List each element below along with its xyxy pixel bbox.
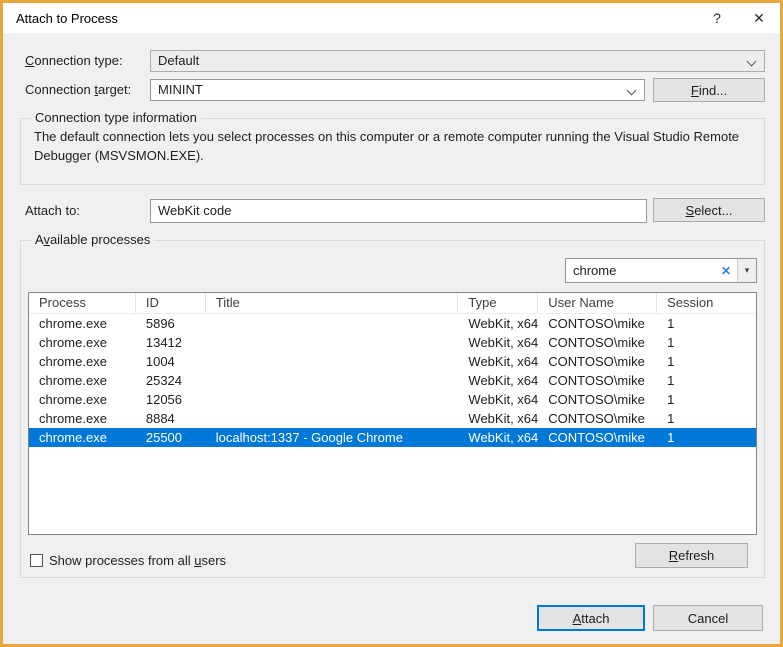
table-cell-type: WebKit, x64 [458, 352, 538, 371]
group-title: Available processes [31, 232, 154, 248]
table-cell-type: WebKit, x64 [458, 314, 538, 333]
clear-filter-icon[interactable]: ✕ [715, 259, 737, 282]
table-row[interactable]: chrome.exe12056 WebKit, x64CONTOSO\mike1 [29, 390, 756, 409]
table-cell-session: 1 [657, 409, 756, 428]
connection-type-combobox[interactable]: Default [150, 50, 765, 72]
table-cell-id: 25324 [136, 371, 206, 390]
connection-target-value: MININT [158, 82, 203, 97]
table-cell-title [206, 352, 459, 371]
table-cell-user: CONTOSO\mike [538, 390, 657, 409]
attach-to-value: WebKit code [158, 203, 231, 218]
table-row[interactable]: chrome.exe13412 WebKit, x64CONTOSO\mike1 [29, 333, 756, 352]
titlebar: Attach to Process ? ✕ [3, 3, 780, 33]
show-all-users-label: Show processes from all users [49, 551, 226, 570]
table-cell-session: 1 [657, 390, 756, 409]
table-cell-session: 1 [657, 428, 756, 447]
table-cell-session: 1 [657, 371, 756, 390]
cancel-button[interactable]: Cancel [653, 605, 763, 631]
find-button[interactable]: Find... [653, 78, 765, 102]
attach-to-process-dialog: Attach to Process ? ✕ Connection type: D… [0, 0, 783, 647]
table-cell-session: 1 [657, 333, 756, 352]
table-cell-type: WebKit, x64 [458, 333, 538, 352]
close-icon[interactable]: ✕ [738, 3, 780, 33]
connection-type-information-group: Connection type information The default … [20, 118, 765, 185]
filter-dropdown-icon[interactable]: ▾ [737, 259, 756, 282]
table-cell-user: CONTOSO\mike [538, 371, 657, 390]
table-cell-id: 12056 [136, 390, 206, 409]
table-cell-id: 1004 [136, 352, 206, 371]
attach-to-label: Attach to: [25, 200, 80, 222]
refresh-button[interactable]: Refresh [635, 543, 748, 568]
info-text-line1: The default connection lets you select p… [34, 127, 751, 146]
connection-type-value: Default [158, 53, 199, 68]
table-cell-title [206, 333, 459, 352]
column-header-title[interactable]: Title [206, 293, 459, 313]
table-cell-user: CONTOSO\mike [538, 314, 657, 333]
chevron-down-icon [747, 57, 757, 67]
connection-type-label: Connection type: [25, 50, 123, 72]
table-cell-process: chrome.exe [29, 352, 136, 371]
table-cell-type: WebKit, x64 [458, 390, 538, 409]
table-cell-id: 25500 [136, 428, 206, 447]
process-filter-combobox: ✕ ▾ [565, 258, 757, 283]
table-cell-process: chrome.exe [29, 333, 136, 352]
column-header-session[interactable]: Session [657, 293, 756, 313]
table-cell-type: WebKit, x64 [458, 371, 538, 390]
column-header-type[interactable]: Type [458, 293, 538, 313]
table-cell-process: chrome.exe [29, 314, 136, 333]
table-cell-type: WebKit, x64 [458, 409, 538, 428]
process-filter-input[interactable] [566, 259, 715, 282]
info-text-line2: Debugger (MSVSMON.EXE). [34, 146, 751, 165]
column-header-process[interactable]: Process [29, 293, 136, 313]
table-cell-user: CONTOSO\mike [538, 333, 657, 352]
table-header: ProcessIDTitleTypeUser NameSession [29, 293, 756, 314]
table-row[interactable]: chrome.exe5896 WebKit, x64CONTOSO\mike1 [29, 314, 756, 333]
table-cell-user: CONTOSO\mike [538, 409, 657, 428]
chevron-down-icon [627, 86, 637, 96]
table-cell-process: chrome.exe [29, 371, 136, 390]
table-cell-title [206, 314, 459, 333]
attach-to-field[interactable]: WebKit code [150, 199, 647, 223]
table-cell-title [206, 390, 459, 409]
connection-target-combobox[interactable]: MININT [150, 79, 645, 101]
column-header-id[interactable]: ID [136, 293, 206, 313]
select-button[interactable]: Select... [653, 198, 765, 222]
show-all-users-checkbox[interactable] [30, 554, 43, 567]
table-row[interactable]: chrome.exe25500localhost:1337 - Google C… [29, 428, 756, 447]
table-row[interactable]: chrome.exe8884 WebKit, x64CONTOSO\mike1 [29, 409, 756, 428]
table-body: chrome.exe5896WebKit, x64CONTOSO\mike1ch… [29, 314, 756, 447]
table-cell-id: 8884 [136, 409, 206, 428]
table-cell-process: chrome.exe [29, 390, 136, 409]
process-table: ProcessIDTitleTypeUser NameSession chrom… [28, 292, 757, 535]
group-title: Connection type information [31, 110, 201, 126]
table-cell-session: 1 [657, 314, 756, 333]
table-cell-process: chrome.exe [29, 428, 136, 447]
table-cell-title [206, 409, 459, 428]
table-cell-user: CONTOSO\mike [538, 428, 657, 447]
table-cell-type: WebKit, x64 [458, 428, 538, 447]
table-cell-user: CONTOSO\mike [538, 352, 657, 371]
attach-button[interactable]: Attach [537, 605, 645, 631]
connection-target-label: Connection target: [25, 79, 131, 101]
table-cell-id: 5896 [136, 314, 206, 333]
table-row[interactable]: chrome.exe1004 WebKit, x64CONTOSO\mike1 [29, 352, 756, 371]
table-cell-id: 13412 [136, 333, 206, 352]
column-header-user-name[interactable]: User Name [538, 293, 657, 313]
window-title: Attach to Process [3, 11, 118, 26]
table-cell-title [206, 371, 459, 390]
table-row[interactable]: chrome.exe25324 WebKit, x64CONTOSO\mike1 [29, 371, 756, 390]
table-cell-title: localhost:1337 - Google Chrome [206, 428, 459, 447]
table-cell-process: chrome.exe [29, 409, 136, 428]
help-icon[interactable]: ? [696, 3, 738, 33]
table-cell-session: 1 [657, 352, 756, 371]
